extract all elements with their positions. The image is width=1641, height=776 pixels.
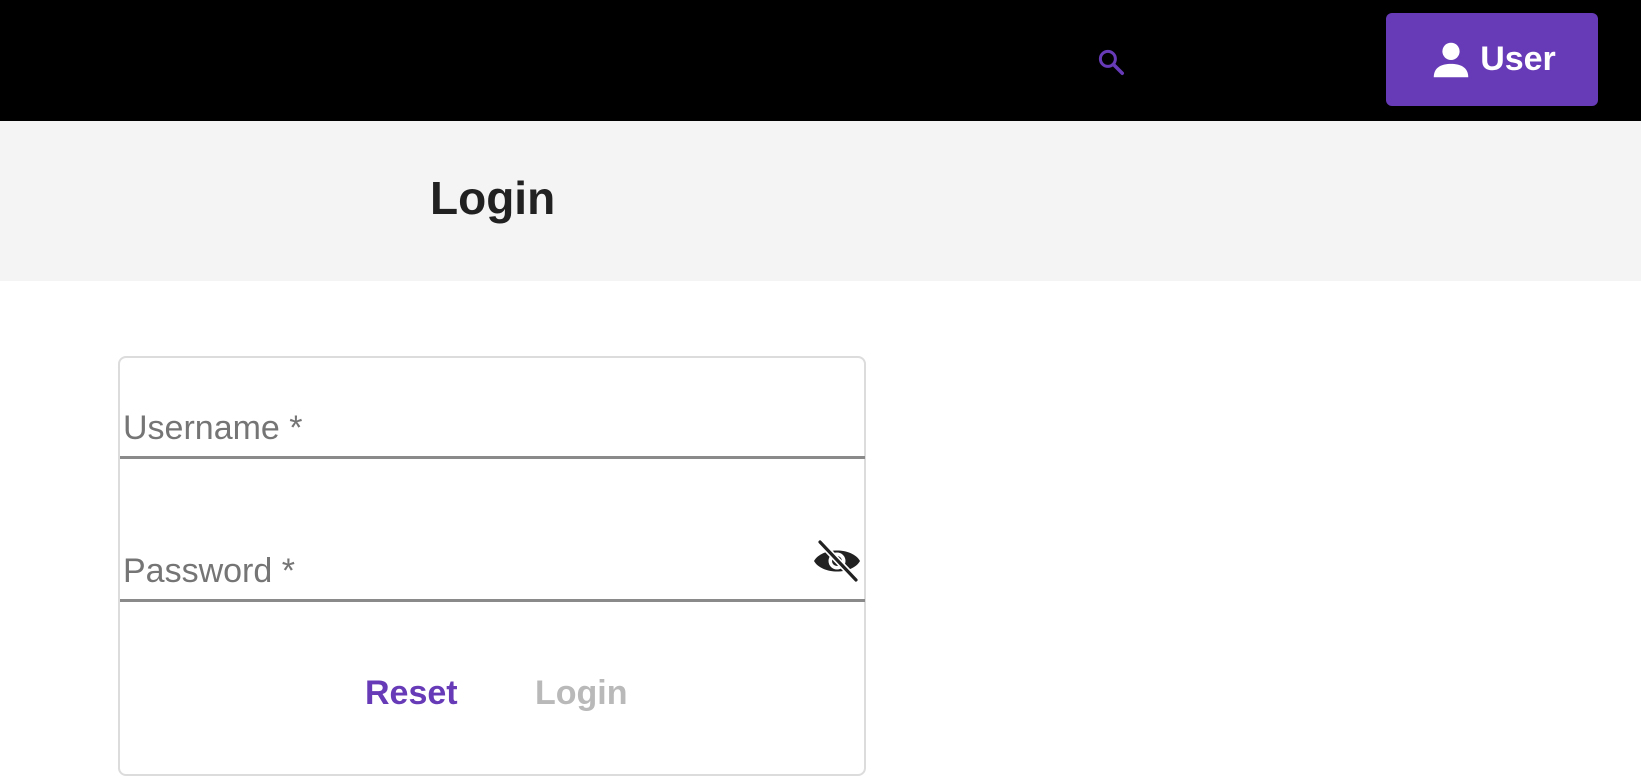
login-card: Username * Password * Reset Login <box>118 356 866 776</box>
eye-off-icon <box>814 540 860 582</box>
form-actions: Reset Login <box>120 664 865 724</box>
user-button-label: User <box>1480 40 1556 78</box>
password-label: Password * <box>123 552 295 590</box>
login-button[interactable]: Login <box>535 674 628 713</box>
page-title: Login <box>430 172 556 224</box>
search-button[interactable] <box>1093 44 1129 80</box>
top-app-bar: User <box>0 0 1641 121</box>
password-visibility-toggle[interactable] <box>811 539 863 583</box>
password-field[interactable]: Password * <box>120 537 865 602</box>
reset-button[interactable]: Reset <box>365 674 458 713</box>
search-icon <box>1098 49 1124 75</box>
username-label: Username * <box>123 409 303 447</box>
person-icon <box>1428 37 1474 83</box>
username-field[interactable]: Username * <box>120 394 865 459</box>
user-menu-button[interactable]: User <box>1386 13 1598 106</box>
page-header: Login <box>0 121 1641 281</box>
